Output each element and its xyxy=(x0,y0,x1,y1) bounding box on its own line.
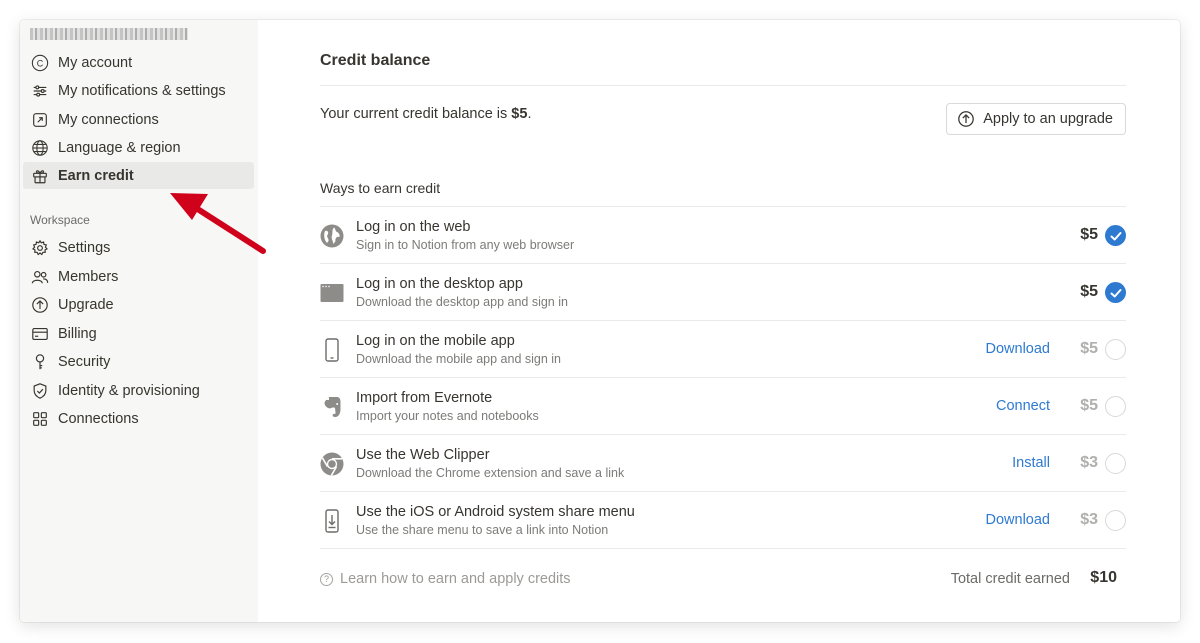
sidebar-item-label: My account xyxy=(58,54,133,71)
credit-balance-text: Your current credit balance is $5. xyxy=(320,106,531,122)
sidebar-item-label: Earn credit xyxy=(58,167,134,184)
title-divider xyxy=(320,85,1126,86)
apply-to-upgrade-button[interactable]: Apply to an upgrade xyxy=(946,103,1126,135)
row-subtitle: Download the mobile app and sign in xyxy=(356,352,561,366)
workspace-section-label: Workspace xyxy=(30,213,90,227)
red-annotation-arrow xyxy=(170,193,266,254)
chrome-icon xyxy=(320,452,344,476)
phone-share-icon xyxy=(320,509,344,533)
connect-evernote-link[interactable]: Connect xyxy=(996,398,1050,414)
sidebar-item-security[interactable]: Security xyxy=(23,348,254,375)
people-icon xyxy=(30,267,50,287)
incomplete-circle-icon xyxy=(1105,396,1126,417)
sidebar-item-my-account[interactable]: C My account xyxy=(23,49,254,76)
row-subtitle: Download the desktop app and sign in xyxy=(356,295,568,309)
row-subtitle: Download the Chrome extension and save a… xyxy=(356,466,625,480)
balance-prefix: Your current credit balance is xyxy=(320,106,512,122)
row-title: Import from Evernote xyxy=(356,390,493,406)
upgrade-button-label: Apply to an upgrade xyxy=(983,111,1113,127)
sidebar-item-language-region[interactable]: Language & region xyxy=(23,134,254,161)
settings-sidebar: C My account My notifications & settings… xyxy=(20,20,258,622)
credit-panel: Credit balance Your current credit balan… xyxy=(320,20,1126,622)
total-credit-label: Total credit earned xyxy=(950,571,1070,587)
sidebar-item-label: Members xyxy=(58,268,119,285)
incomplete-circle-icon xyxy=(1105,339,1126,360)
page-title: Credit balance xyxy=(320,52,431,69)
sidebar-item-label: Language & region xyxy=(58,139,181,156)
key-icon xyxy=(30,352,50,372)
gift-icon xyxy=(30,166,50,186)
row-amount: $5 xyxy=(1080,283,1098,300)
download-mobile-link[interactable]: Download xyxy=(986,341,1051,357)
globe-icon xyxy=(30,138,50,158)
sidebar-item-identity-provisioning[interactable]: Identity & provisioning xyxy=(23,377,254,404)
external-link-icon xyxy=(30,110,50,130)
row-title: Use the Web Clipper xyxy=(356,447,490,463)
row-title: Use the iOS or Android system share menu xyxy=(356,504,635,520)
sidebar-item-upgrade[interactable]: Upgrade xyxy=(23,291,254,318)
balance-value: $5 xyxy=(511,106,528,122)
row-amount: $5 xyxy=(1080,397,1098,414)
sidebar-item-label: My connections xyxy=(58,111,159,128)
sidebar-item-label: Identity & provisioning xyxy=(58,382,200,399)
total-credit-value: $10 xyxy=(1090,569,1117,586)
sidebar-item-label: Connections xyxy=(58,410,139,427)
sidebar-item-label: Billing xyxy=(58,325,97,342)
credit-row-desktop: Log in on the desktop app Download the d… xyxy=(320,263,1126,320)
row-title: Log in on the web xyxy=(356,219,471,235)
desktop-window-icon xyxy=(320,281,344,305)
row-amount: $3 xyxy=(1080,511,1098,528)
upgrade-arrow-icon xyxy=(958,111,975,127)
row-amount: $3 xyxy=(1080,454,1098,471)
credit-row-evernote: Import from Evernote Import your notes a… xyxy=(320,377,1126,434)
row-amount: $5 xyxy=(1080,226,1098,243)
download-share-link[interactable]: Download xyxy=(986,512,1051,528)
sidebar-item-billing[interactable]: Billing xyxy=(23,320,254,347)
row-title: Log in on the mobile app xyxy=(356,333,515,349)
completed-check-icon xyxy=(1105,225,1126,246)
completed-check-icon xyxy=(1105,282,1126,303)
shield-check-icon xyxy=(30,381,50,401)
sidebar-item-my-connections[interactable]: My connections xyxy=(23,106,254,133)
rows-bottom-divider xyxy=(320,548,1126,549)
gear-icon xyxy=(30,238,50,258)
row-subtitle: Import your notes and notebooks xyxy=(356,409,539,423)
grid-icon xyxy=(30,409,50,429)
web-globe-icon xyxy=(320,224,344,248)
learn-credits-link[interactable]: ? Learn how to earn and apply credits xyxy=(320,571,571,587)
incomplete-circle-icon xyxy=(1105,510,1126,531)
account-c-icon: C xyxy=(30,53,50,73)
svg-text:C: C xyxy=(37,58,44,68)
upgrade-arrow-icon xyxy=(30,295,50,315)
credit-row-share-menu: Use the iOS or Android system share menu… xyxy=(320,491,1126,548)
credit-row-web: Log in on the web Sign in to Notion from… xyxy=(320,206,1126,263)
question-circle-icon: ? xyxy=(320,572,333,586)
incomplete-circle-icon xyxy=(1105,453,1126,474)
row-subtitle: Use the share menu to save a link into N… xyxy=(356,523,609,537)
install-web-clipper-link[interactable]: Install xyxy=(1012,455,1050,471)
sliders-icon xyxy=(30,81,50,101)
sidebar-item-label: Upgrade xyxy=(58,296,114,313)
row-title: Log in on the desktop app xyxy=(356,276,523,292)
settings-window: C My account My notifications & settings… xyxy=(20,20,1180,622)
credit-row-web-clipper: Use the Web Clipper Download the Chrome … xyxy=(320,434,1126,491)
ways-to-earn-heading: Ways to earn credit xyxy=(320,180,441,196)
row-subtitle: Sign in to Notion from any web browser xyxy=(356,238,575,252)
sidebar-item-connections[interactable]: Connections xyxy=(23,405,254,432)
credit-row-mobile: Log in on the mobile app Download the mo… xyxy=(320,320,1126,377)
row-amount: $5 xyxy=(1080,340,1098,357)
credit-card-icon xyxy=(30,324,50,344)
phone-icon xyxy=(320,338,344,362)
sidebar-item-label: Settings xyxy=(58,239,111,256)
balance-suffix: . xyxy=(527,106,532,122)
sidebar-item-notifications[interactable]: My notifications & settings xyxy=(23,77,254,104)
account-email-blurred xyxy=(30,28,188,40)
sidebar-item-label: Security xyxy=(58,353,111,370)
sidebar-item-earn-credit[interactable]: Earn credit xyxy=(23,162,254,189)
learn-link-label: Learn how to earn and apply credits xyxy=(340,571,571,587)
evernote-icon xyxy=(320,395,344,419)
sidebar-item-label: My notifications & settings xyxy=(58,82,226,99)
